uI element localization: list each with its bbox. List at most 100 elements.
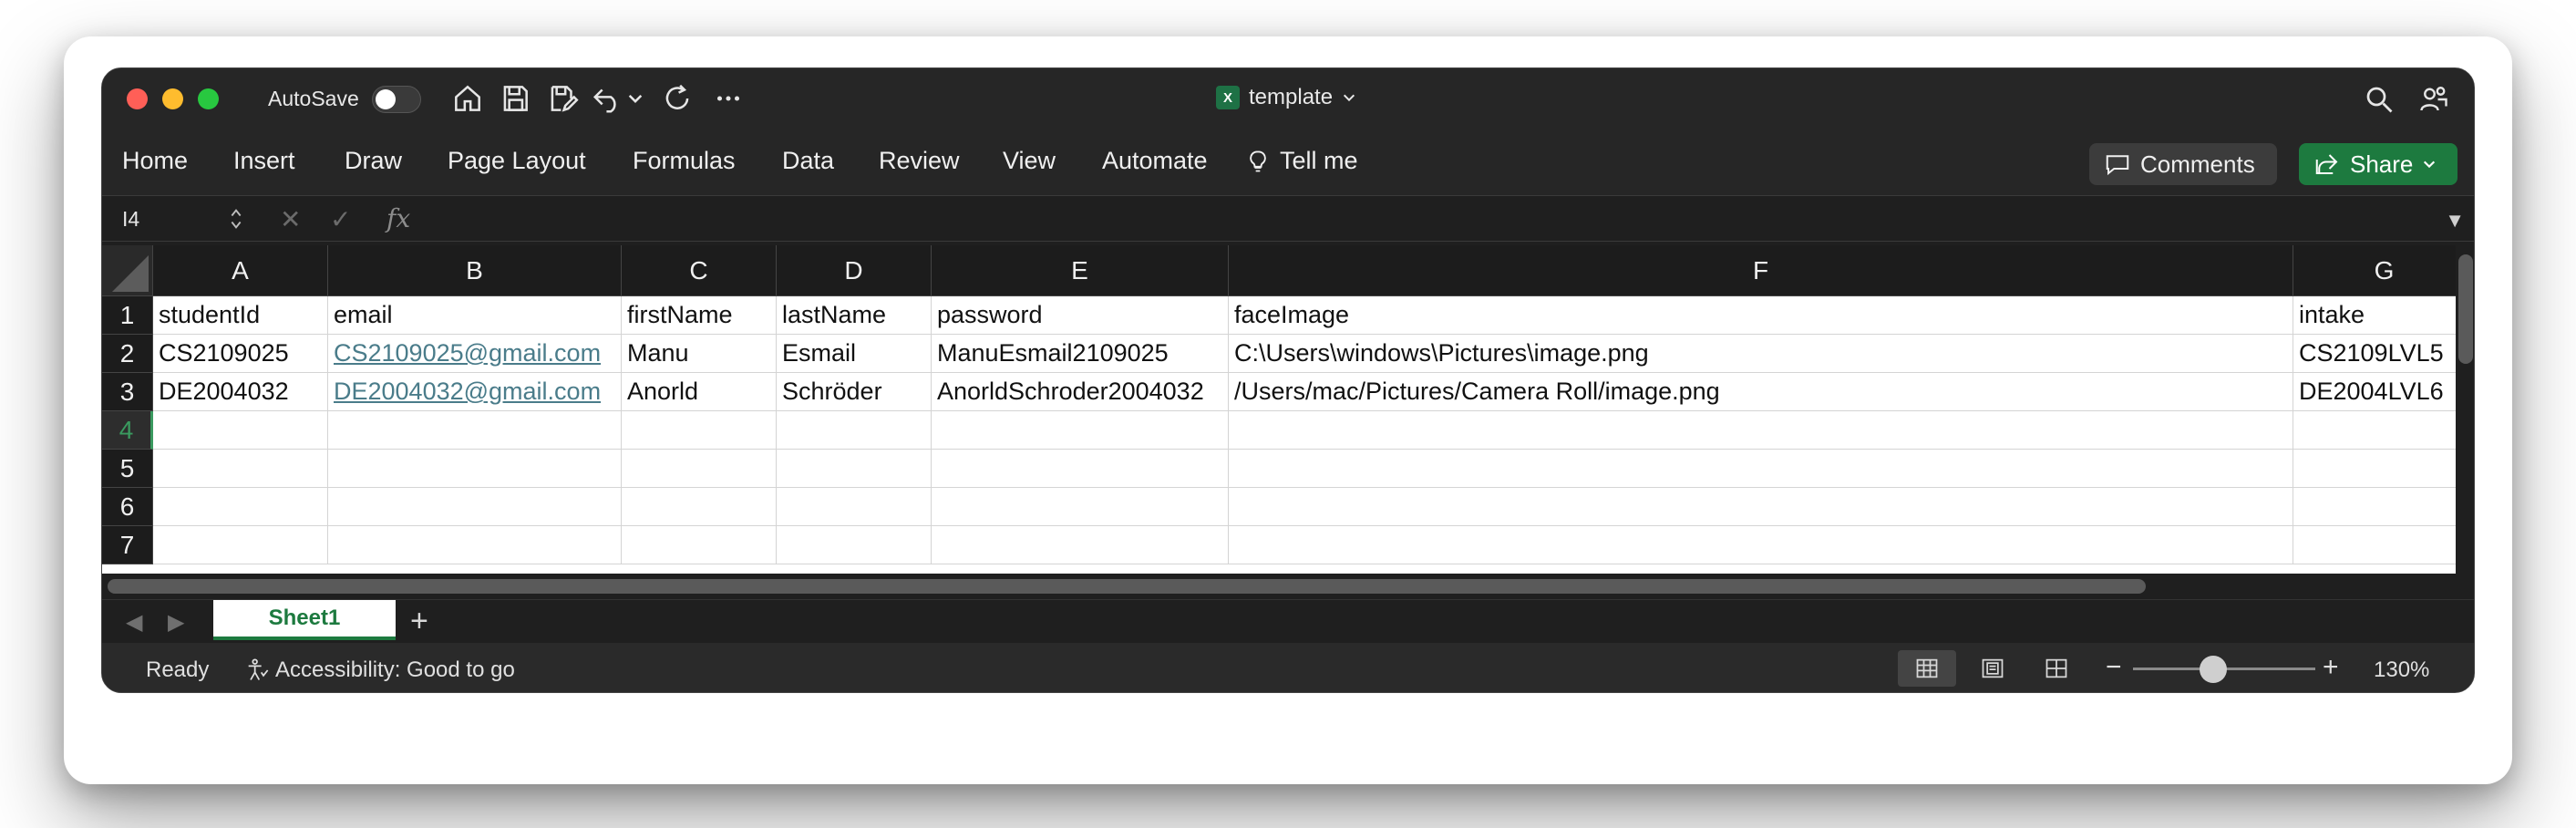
cell-b4[interactable] [328,411,622,450]
accessibility-status[interactable]: Accessibility: Good to go [244,657,515,683]
cell-a6[interactable] [153,488,328,526]
document-title[interactable]: X template [1216,85,1356,110]
tab-data[interactable]: Data [782,147,834,175]
column-header-g[interactable]: G [2293,245,2456,296]
cancel-edit-icon[interactable]: ✕ [280,204,301,234]
select-all-corner[interactable] [102,245,153,296]
tab-page-layout[interactable]: Page Layout [448,147,586,175]
cell-f6[interactable] [1229,488,2293,526]
cell-c7[interactable] [622,526,777,564]
column-header-b[interactable]: B [328,245,622,296]
cell-e1[interactable]: password [932,296,1229,335]
cell-f2[interactable]: C:\Users\windows\Pictures\image.png [1229,335,2293,373]
minimize-window-button[interactable] [162,88,183,109]
normal-view-button[interactable] [1898,650,1956,687]
horizontal-scroll-thumb[interactable] [108,579,2146,594]
sheet-tab-sheet1[interactable]: Sheet1 [213,600,396,640]
autosave-toggle[interactable] [372,86,421,113]
row-header-1[interactable]: 1 [102,296,153,335]
cell-d4[interactable] [777,411,932,450]
cell-d2[interactable]: Esmail [777,335,932,373]
cell-b7[interactable] [328,526,622,564]
cell-g2[interactable]: CS2109LVL5 [2293,335,2456,373]
cell-e5[interactable] [932,450,1229,488]
cell-a2[interactable]: CS2109025 [153,335,328,373]
cell-e4[interactable] [932,411,1229,450]
undo-icon[interactable] [591,81,625,116]
column-header-f[interactable]: F [1229,245,2293,296]
cell-b6[interactable] [328,488,622,526]
vertical-scroll-thumb[interactable] [2458,254,2473,364]
zoom-window-button[interactable] [198,88,219,109]
comments-button[interactable]: Comments [2089,143,2277,185]
cell-g7[interactable] [2293,526,2456,564]
cell-c1[interactable]: firstName [622,296,777,335]
name-box-stepper-icon[interactable] [230,203,242,234]
tab-automate[interactable]: Automate [1102,147,1208,175]
horizontal-scrollbar[interactable] [102,574,2456,599]
close-window-button[interactable] [127,88,148,109]
page-layout-view-button[interactable] [1963,650,2022,687]
search-icon[interactable] [2363,83,2396,116]
tab-draw[interactable]: Draw [345,147,402,175]
zoom-level[interactable]: 130% [2374,657,2429,683]
confirm-edit-icon[interactable]: ✓ [330,204,351,234]
cell-g1[interactable]: intake [2293,296,2456,335]
cell-c4[interactable] [622,411,777,450]
column-header-a[interactable]: A [153,245,328,296]
column-header-c[interactable]: C [622,245,777,296]
home-icon[interactable] [450,81,485,116]
formula-expand-chevron-icon[interactable]: ▼ [2445,209,2465,233]
cell-f1[interactable]: faceImage [1229,296,2293,335]
row-header-4[interactable]: 4 [102,411,153,450]
cell-f7[interactable] [1229,526,2293,564]
name-box[interactable]: I4 [111,202,248,236]
tab-review[interactable]: Review [879,147,960,175]
vertical-scrollbar[interactable] [2456,245,2474,599]
redo-icon[interactable] [660,81,695,116]
cell-e6[interactable] [932,488,1229,526]
cell-d6[interactable] [777,488,932,526]
cell-a1[interactable]: studentId [153,296,328,335]
zoom-out-button[interactable]: − [2106,652,2122,683]
cell-b3[interactable]: DE2004032@gmail.com [328,373,622,411]
insert-function-icon[interactable]: fx [386,203,410,233]
cell-c3[interactable]: Anorld [622,373,777,411]
cell-a5[interactable] [153,450,328,488]
page-break-view-button[interactable] [2027,650,2086,687]
undo-dropdown-chevron-icon[interactable] [625,81,645,116]
row-header-2[interactable]: 2 [102,335,153,373]
cell-c6[interactable] [622,488,777,526]
more-options-icon[interactable] [711,81,746,116]
cell-f5[interactable] [1229,450,2293,488]
cell-g3[interactable]: DE2004LVL6 [2293,373,2456,411]
cell-c2[interactable]: Manu [622,335,777,373]
previous-sheet-icon[interactable]: ◀ [126,609,142,636]
cell-a7[interactable] [153,526,328,564]
column-header-e[interactable]: E [932,245,1229,296]
cell-e7[interactable] [932,526,1229,564]
cell-d7[interactable] [777,526,932,564]
row-header-6[interactable]: 6 [102,488,153,526]
share-people-icon[interactable] [2417,83,2450,116]
save-icon[interactable] [498,81,532,116]
formula-input[interactable] [430,202,2436,236]
zoom-slider-knob[interactable] [2200,656,2227,683]
tab-insert[interactable]: Insert [233,147,295,175]
column-header-d[interactable]: D [777,245,932,296]
cell-f4[interactable] [1229,411,2293,450]
cell-a4[interactable] [153,411,328,450]
zoom-in-button[interactable]: + [2323,652,2339,683]
cell-c5[interactable] [622,450,777,488]
cell-a3[interactable]: DE2004032 [153,373,328,411]
tab-formulas[interactable]: Formulas [633,147,736,175]
cell-g5[interactable] [2293,450,2456,488]
tab-view[interactable]: View [1003,147,1056,175]
row-header-5[interactable]: 5 [102,450,153,488]
row-header-3[interactable]: 3 [102,373,153,411]
cell-b5[interactable] [328,450,622,488]
row-header-7[interactable]: 7 [102,526,153,564]
cell-d1[interactable]: lastName [777,296,932,335]
share-chevron-down-icon[interactable] [2422,157,2437,171]
cell-e3[interactable]: AnorldSchroder2004032 [932,373,1229,411]
